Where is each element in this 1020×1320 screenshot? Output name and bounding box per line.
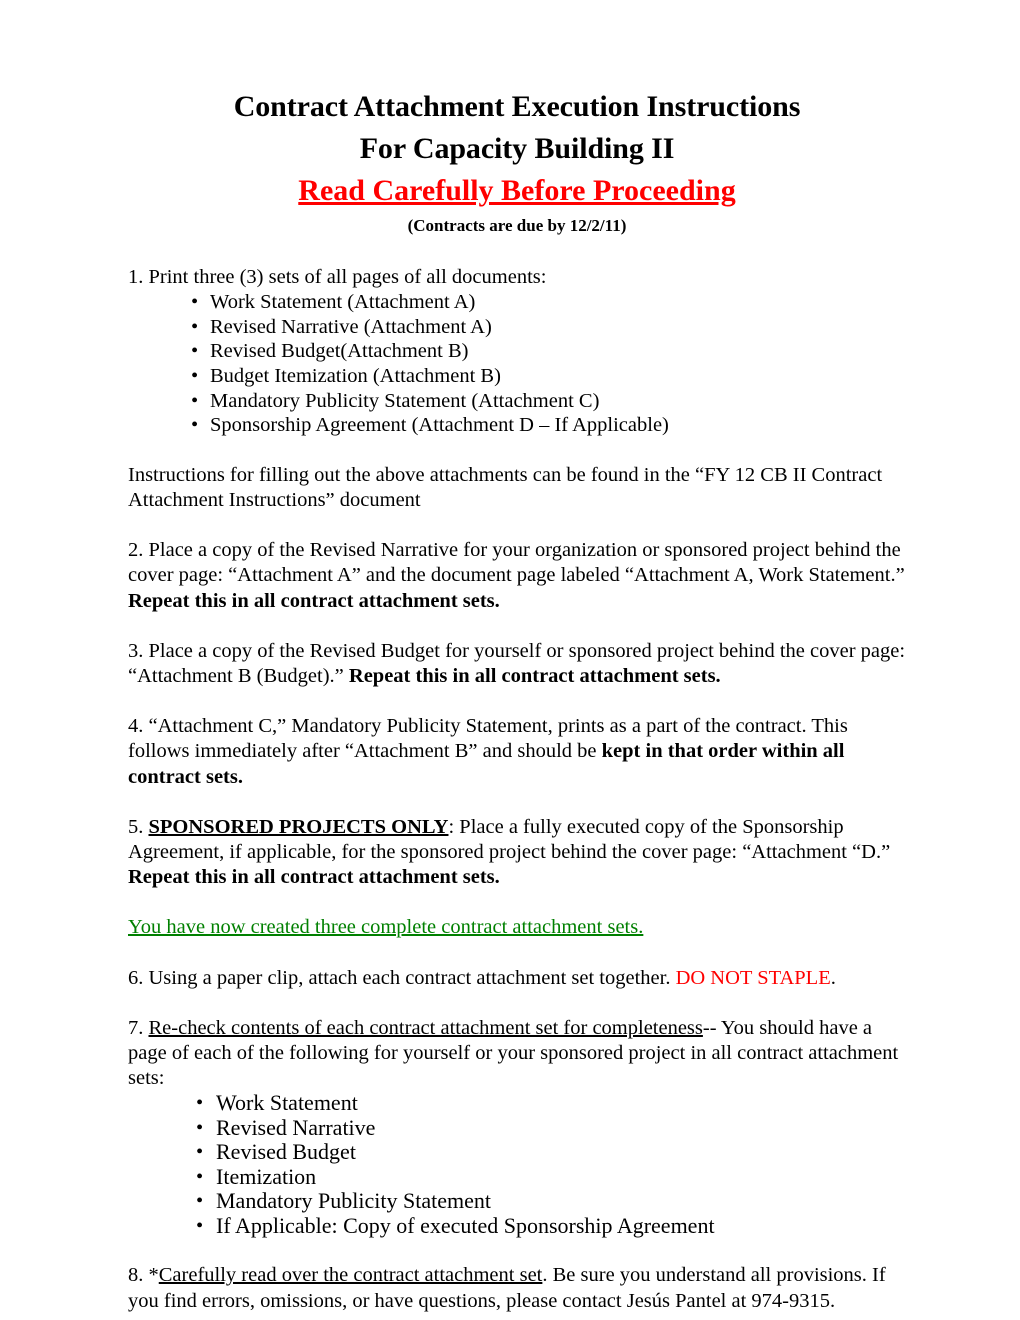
document-title-line-2: For Capacity Building II (359, 132, 675, 165)
bullet-icon: • (191, 340, 199, 363)
do-not-staple-warning: DO NOT STAPLE (675, 966, 831, 989)
item-2-text: 2. Place a copy of the Revised Narrative… (128, 539, 905, 587)
bullet-icon: • (191, 315, 199, 338)
bullet-icon: • (191, 364, 199, 387)
bullet-icon: • (196, 1190, 204, 1213)
list-item-8: 8. *Carefully read over the contract att… (128, 1263, 906, 1313)
completeness-checklist: • Work Statement • Revised Narrative • R… (128, 1091, 906, 1238)
list-item-4: 4. “Attachment C,” Mandatory Publicity S… (128, 714, 906, 790)
item-8-heading: Carefully read over the contract attachm… (158, 1264, 543, 1287)
item-7-heading: Re-check contents of each contract attac… (148, 1016, 703, 1039)
list-item: • Budget Itemization (Attachment B) (128, 364, 906, 389)
list-item-2: 2. Place a copy of the Revised Narrative… (128, 538, 906, 614)
list-item-6: 6. Using a paper clip, attach each contr… (128, 966, 906, 991)
list-item: • Work Statement (Attachment A) (128, 290, 906, 315)
list-item: • Revised Narrative (128, 1114, 906, 1141)
item-6-text: 6. Using a paper clip, attach each contr… (128, 966, 676, 989)
list-item-5: 5. SPONSORED PROJECTS ONLY: Place a full… (128, 815, 906, 891)
completion-note: You have now created three complete cont… (128, 916, 644, 939)
list-item: • Revised Budget (128, 1140, 906, 1165)
list-item-7: 7. Re-check contents of each contract at… (128, 1016, 906, 1092)
list-item: • Mandatory Publicity Statement (128, 1189, 906, 1214)
list-item-label: Work Statement (216, 1090, 358, 1116)
attachment-bullet-list: • Work Statement (Attachment A) • Revise… (128, 290, 906, 438)
bullet-icon: • (191, 414, 199, 437)
bullet-icon: • (191, 389, 199, 412)
bullet-icon: • (196, 1214, 204, 1237)
list-item: • Revised Budget(Attachment B) (128, 339, 906, 364)
item-7-number: 7. (128, 1016, 149, 1039)
document-title-warning: Read Carefully Before Proceeding (298, 174, 736, 207)
list-item-label: Mandatory Publicity Statement (Attachmen… (210, 389, 600, 412)
list-item-label: Revised Narrative (Attachment A) (210, 315, 492, 338)
list-item-3: 3. Place a copy of the Revised Budget fo… (128, 639, 906, 689)
document-title-line-1: Contract Attachment Execution Instructio… (233, 90, 801, 123)
list-item: • Work Statement (128, 1091, 906, 1116)
document-subtitle-due-date: (Contracts are due by 12/2/11) (407, 216, 627, 235)
list-item-label: Mandatory Publicity Statement (216, 1188, 491, 1214)
item-6-tail: . (830, 966, 836, 989)
list-item-label: Itemization (216, 1163, 317, 1189)
list-item: • Itemization (128, 1163, 906, 1190)
bullet-icon: • (196, 1116, 204, 1139)
list-item-label: Revised Budget(Attachment B) (210, 340, 469, 363)
item-2-emphasis: Repeat this in all contract attachment s… (128, 589, 500, 612)
document-page: Contract Attachment Execution Instructio… (0, 0, 1020, 1320)
document-body: Contract Attachment Execution Instructio… (128, 86, 906, 1314)
item-8-number: 8. * (128, 1264, 159, 1287)
list-item-1: 1. Print three (3) sets of all pages of … (128, 266, 547, 288)
title-block: Contract Attachment Execution Instructio… (128, 86, 906, 239)
list-item-label: If Applicable: Copy of executed Sponsors… (216, 1212, 715, 1238)
bullet-icon: • (196, 1165, 204, 1188)
item-3-emphasis: Repeat this in all contract attachment s… (348, 664, 721, 687)
item-5-number: 5. (128, 815, 149, 838)
list-item-label: Work Statement (Attachment A) (210, 291, 476, 314)
list-item-label: Revised Narrative (216, 1114, 376, 1140)
item-5-emphasis: Repeat this in all contract attachment s… (128, 866, 500, 889)
list-item-label: Budget Itemization (Attachment B) (210, 364, 501, 387)
bullet-icon: • (196, 1092, 204, 1115)
bullet-icon: • (191, 291, 199, 314)
instructions-reference-note: Instructions for filling out the above a… (128, 463, 883, 511)
list-item: • Revised Narrative (Attachment A) (128, 315, 906, 340)
list-item: • Mandatory Publicity Statement (Attachm… (128, 389, 906, 414)
bullet-icon: • (196, 1141, 204, 1164)
list-item-label: Sponsorship Agreement (Attachment D – If… (210, 414, 669, 437)
list-item: • Sponsorship Agreement (Attachment D – … (128, 413, 906, 438)
list-item: • If Applicable: Copy of executed Sponso… (128, 1212, 906, 1239)
item-5-heading: SPONSORED PROJECTS ONLY (148, 815, 449, 838)
list-item-label: Revised Budget (216, 1139, 356, 1165)
